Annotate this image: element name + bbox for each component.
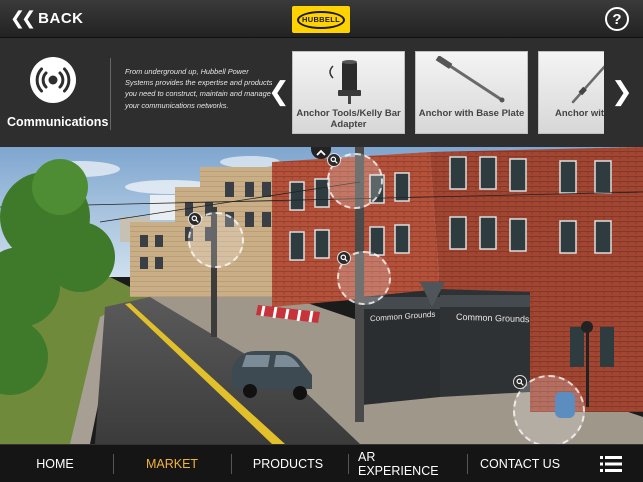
bottom-nav: HOME MARKET PRODUCTS AR EXPERIENCE CONTA…	[0, 444, 643, 482]
back-button[interactable]: ❮❮ BACK	[10, 9, 84, 27]
nav-separator	[467, 454, 468, 474]
magnifier-icon	[513, 375, 527, 389]
nav-separator	[348, 454, 349, 474]
divider	[110, 58, 111, 130]
nav-separator	[113, 454, 114, 474]
magnifier-icon	[337, 251, 351, 265]
back-label: BACK	[38, 9, 84, 27]
nav-market[interactable]: MARKET	[136, 445, 208, 482]
hotspot-ground-vault[interactable]	[513, 375, 585, 444]
hotspot-pole-top[interactable]	[327, 153, 383, 209]
category-description: From underground up, Hubbell Power Syste…	[125, 67, 273, 110]
category-title: Communications	[7, 115, 109, 129]
anchor-base-plate-image	[435, 56, 505, 103]
hubbell-logo: HUBBELL	[292, 6, 350, 33]
hotspot-pole-left[interactable]	[188, 212, 244, 268]
anchor-tool-image	[329, 60, 361, 104]
top-bar: ❮❮ BACK HUBBELL ?	[0, 0, 643, 38]
nav-contact-us[interactable]: CONTACT US	[476, 445, 564, 482]
signal-broadcast-icon	[30, 57, 76, 103]
anchor-image	[571, 65, 604, 104]
magnifier-icon	[327, 153, 341, 167]
carousel-prev-button[interactable]: ❮	[268, 78, 290, 104]
double-chevron-left-icon: ❮❮	[10, 8, 36, 28]
hotspot-pole-middle[interactable]	[337, 251, 391, 305]
category-strip: Communications From underground up, Hubb…	[0, 38, 643, 147]
street-scene: Common Grounds Common Grounds	[0, 147, 643, 444]
product-card-label: Anchor with Base Plate	[418, 108, 525, 119]
carousel-next-button[interactable]: ❯	[611, 78, 633, 104]
nav-home[interactable]: HOME	[20, 445, 90, 482]
product-card-anchor-base-plate[interactable]: Anchor with Base Plate	[415, 51, 528, 134]
help-button[interactable]: ?	[605, 7, 629, 31]
hamburger-menu-icon[interactable]	[600, 455, 622, 473]
nav-products[interactable]: PRODUCTS	[248, 445, 328, 482]
question-mark-icon: ?	[612, 10, 622, 28]
product-card-anchor-partial[interactable]: Anchor wit	[538, 51, 604, 134]
product-card-label: Anchor wit	[555, 108, 604, 119]
chevron-up-icon	[316, 149, 326, 156]
product-card-label: Anchor Tools/Kelly Bar Adapter	[296, 108, 401, 130]
product-card-anchor-tools[interactable]: Anchor Tools/Kelly Bar Adapter	[292, 51, 405, 134]
nav-separator	[231, 454, 232, 474]
magnifier-icon	[188, 212, 202, 226]
product-carousel: Anchor Tools/Kelly Bar Adapter Anchor wi…	[292, 51, 604, 134]
nav-ar-experience[interactable]: AR EXPERIENCE	[358, 445, 458, 482]
logo-text: HUBBELL	[302, 15, 340, 24]
